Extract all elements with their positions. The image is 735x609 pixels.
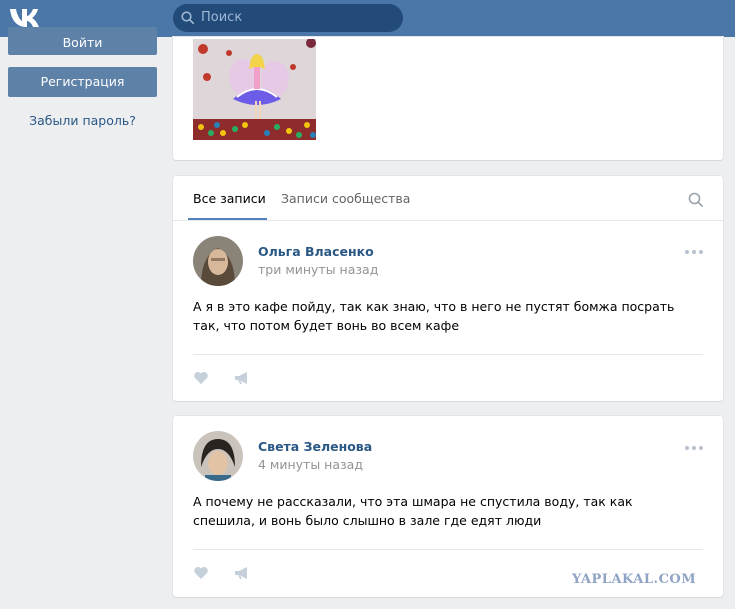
sidebar: Войти Регистрация Забыли пароль? bbox=[0, 27, 165, 609]
post-author[interactable]: Света Зеленова bbox=[258, 439, 372, 454]
login-button[interactable]: Войти bbox=[8, 27, 157, 55]
post-divider bbox=[193, 354, 703, 355]
post-photo[interactable] bbox=[193, 39, 316, 140]
avatar[interactable] bbox=[193, 431, 243, 481]
share-icon[interactable] bbox=[234, 566, 250, 580]
fairy-costume-photo bbox=[193, 39, 316, 140]
wall-post-card: Света Зеленова 4 минуты назад А почему н… bbox=[173, 416, 723, 597]
like-icon[interactable] bbox=[193, 566, 209, 580]
watermark: YAPLAKAL.COM bbox=[572, 572, 697, 587]
share-icon[interactable] bbox=[234, 371, 250, 385]
post: Ольга Власенко три минуты назад А я в эт… bbox=[173, 176, 723, 401]
post-text: А почему не рассказали, что эта шмара не… bbox=[193, 494, 633, 528]
post-text: А я в это кафе пойду, так как знаю, что … bbox=[193, 299, 675, 333]
forgot-password-link[interactable]: Забыли пароль? bbox=[8, 113, 157, 128]
avatar[interactable] bbox=[193, 236, 243, 286]
post-divider bbox=[193, 549, 703, 550]
more-options-icon[interactable] bbox=[684, 445, 704, 451]
post: Света Зеленова 4 минуты назад А почему н… bbox=[173, 416, 723, 597]
search-icon bbox=[181, 11, 195, 25]
search-input[interactable]: Поиск bbox=[173, 4, 403, 32]
wall-feed: Все записи Записи сообщества Ольга Власе… bbox=[173, 176, 723, 401]
post-time[interactable]: 4 минуты назад bbox=[258, 457, 363, 472]
post-author[interactable]: Ольга Власенко bbox=[258, 244, 374, 259]
post-time[interactable]: три минуты назад bbox=[258, 262, 378, 277]
avatar-image bbox=[193, 431, 243, 481]
search-placeholder: Поиск bbox=[201, 10, 243, 25]
avatar-image bbox=[193, 236, 243, 286]
photo-card bbox=[173, 37, 723, 160]
more-options-icon[interactable] bbox=[684, 249, 704, 255]
register-button[interactable]: Регистрация bbox=[8, 67, 157, 97]
like-icon[interactable] bbox=[193, 371, 209, 385]
